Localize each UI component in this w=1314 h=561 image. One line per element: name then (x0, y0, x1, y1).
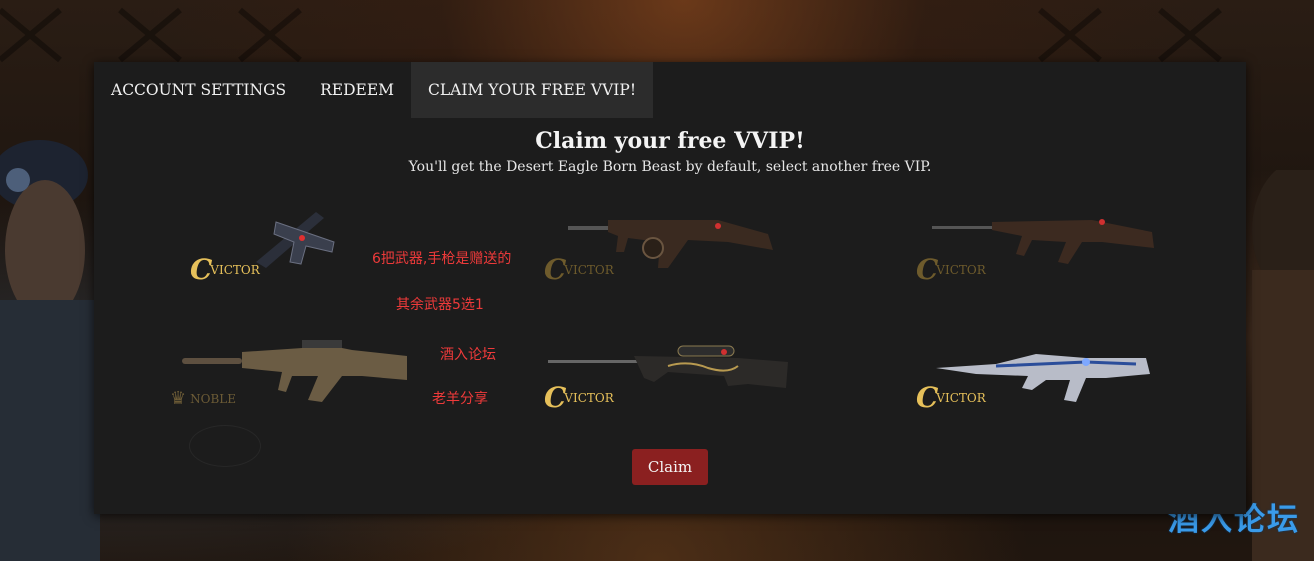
annotation-text: 6把武器,手枪是赠送的 (372, 251, 512, 267)
annotation-text: 酒入论坛 (440, 347, 496, 363)
page-title: Claim your free VVIP! (535, 128, 805, 154)
weapon-item-thompson[interactable]: C VICTOR (544, 202, 794, 302)
tab-claim-free-vvip[interactable]: CLAIM YOUR FREE VVIP! (411, 62, 654, 118)
annotation-text: 其余武器5选1 (396, 297, 484, 313)
weapon-item-sniper-rifle[interactable]: C VICTOR (544, 338, 794, 438)
page-subtitle: You'll get the Desert Eagle Born Beast b… (408, 159, 932, 175)
soldier-left-image (0, 140, 100, 561)
weapon-item-ak47[interactable]: C VICTOR (916, 202, 1166, 302)
vvip-panel: ACCOUNT SETTINGS REDEEM CLAIM YOUR FREE … (94, 62, 1246, 514)
weapon-item-m4a1[interactable]: ♛ NOBLE (170, 336, 420, 436)
victor-badge: C VICTOR (916, 381, 986, 414)
claim-button[interactable]: Claim (632, 449, 708, 485)
victor-badge: C VICTOR (544, 253, 614, 286)
tab-bar: ACCOUNT SETTINGS REDEEM CLAIM YOUR FREE … (94, 62, 1246, 118)
tab-redeem[interactable]: REDEEM (303, 62, 411, 118)
victor-badge: C VICTOR (544, 381, 614, 414)
weapon-item-futuristic-rifle[interactable]: C VICTOR (916, 338, 1166, 438)
tab-account-settings[interactable]: ACCOUNT SETTINGS (94, 62, 303, 118)
background-lattice (0, 7, 1222, 63)
victor-badge: C VICTOR (916, 253, 986, 286)
faded-emblem (189, 425, 261, 467)
noble-badge: ♛ NOBLE (170, 388, 237, 409)
victor-badge: C VICTOR (190, 253, 260, 286)
desert-eagle-icon (256, 212, 335, 268)
annotation-text: 老羊分享 (432, 391, 488, 407)
